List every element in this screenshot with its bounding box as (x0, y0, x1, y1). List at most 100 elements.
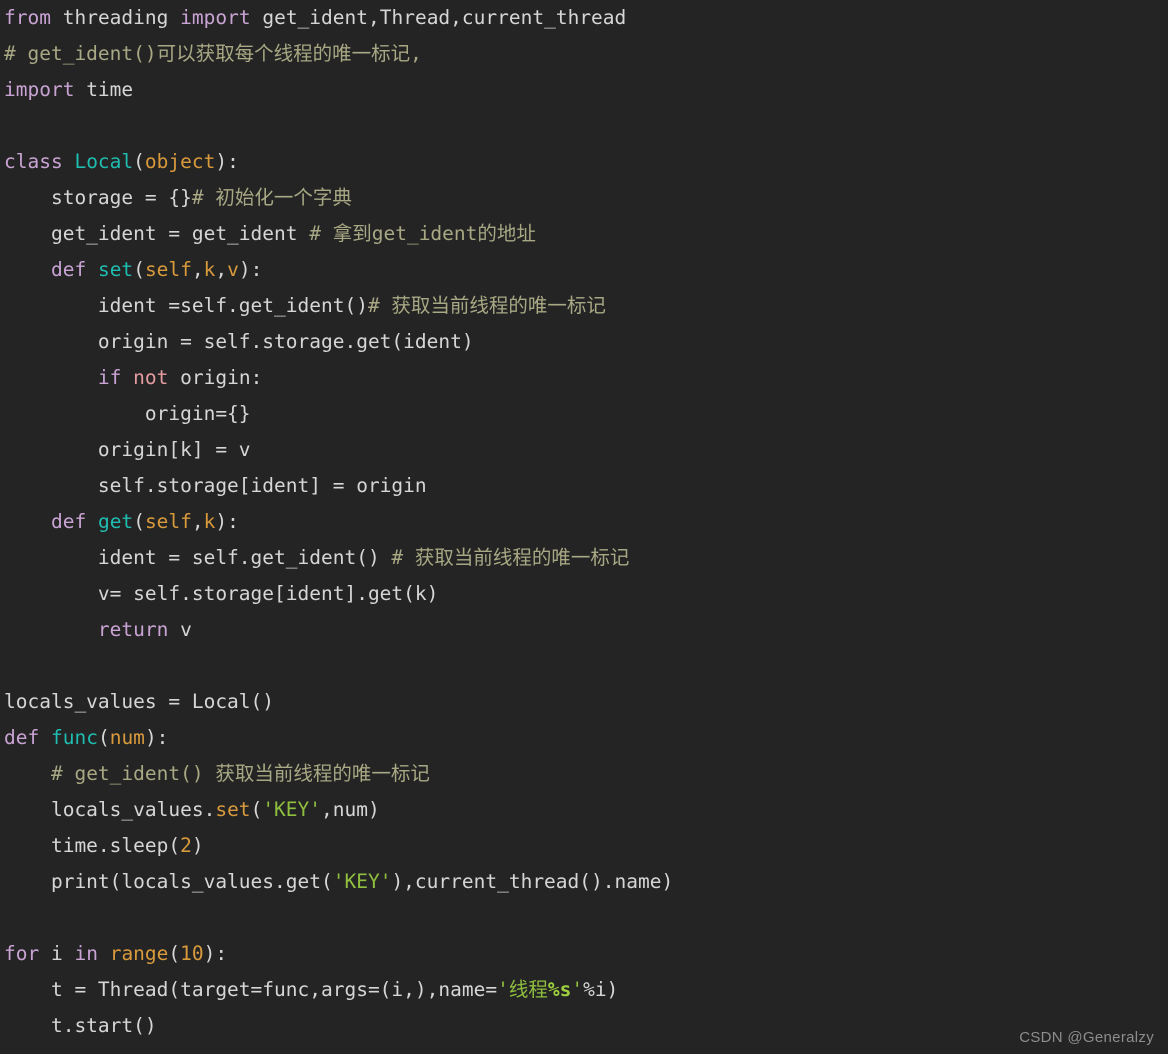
code-token-kw: def (4, 726, 40, 749)
code-token-plain: , (191, 258, 204, 281)
code-token-kw: class (4, 150, 63, 173)
code-token-plain: , (215, 258, 228, 281)
code-token-num: 2 (180, 834, 192, 857)
code-token-fn: Local (74, 150, 134, 173)
code-token-plain: v= self.storage[ident].get(k) (4, 582, 439, 605)
code-token-builtin: range (109, 942, 169, 965)
code-line[interactable]: import time (0, 72, 1168, 108)
code-line[interactable]: locals_values = Local() (0, 684, 1168, 720)
code-line[interactable]: # get_ident() 获取当前线程的唯一标记 (0, 756, 1168, 792)
code-token-plain: threading (62, 6, 169, 29)
code-line[interactable]: def get(self,k): (0, 504, 1168, 540)
code-line[interactable]: ident =self.get_ident()# 获取当前线程的唯一标记 (0, 288, 1168, 324)
code-token-plain: ),current_thread().name) (391, 870, 674, 893)
code-token-param: self (144, 510, 192, 533)
code-line[interactable] (0, 108, 1168, 144)
code-editor-surface: from threading import get_ident,Thread,c… (0, 0, 1168, 1054)
code-token-comment: # 获取当前线程的唯一标记 (391, 546, 630, 569)
code-line[interactable]: from threading import get_ident,Thread,c… (0, 0, 1168, 36)
code-line[interactable]: origin = self.storage.get(ident) (0, 324, 1168, 360)
code-token-kw: in (74, 942, 98, 965)
code-token-plain: ( (168, 942, 181, 965)
code-token-plain: ident =self.get_ident() (4, 294, 368, 317)
code-line[interactable] (0, 900, 1168, 936)
code-line[interactable]: def func(num): (0, 720, 1168, 756)
code-token-kw: from (4, 6, 51, 29)
code-token-kw: return (97, 618, 169, 641)
code-token-param: num (109, 726, 145, 749)
code-token-blank (4, 906, 16, 929)
code-token-plain: storage = {} (4, 186, 192, 209)
code-line[interactable]: storage = {}# 初始化一个字典 (0, 180, 1168, 216)
code-token-fn: func (50, 726, 98, 749)
code-token-op-kw: not (133, 366, 169, 389)
code-token-kw: def (50, 258, 87, 281)
code-token-num: 10 (180, 942, 204, 965)
code-token-plain: ( (250, 798, 263, 821)
code-line[interactable]: get_ident = get_ident # 拿到get_ident的地址 (0, 216, 1168, 252)
code-token-kw: if (97, 366, 122, 389)
code-line[interactable]: for i in range(10): (0, 936, 1168, 972)
code-token-comment: # 初始化一个字典 (191, 186, 352, 209)
code-token-plain: t = Thread(target=func,args=(i,),name= (4, 978, 498, 1001)
code-line[interactable]: v= self.storage[ident].get(k) (0, 576, 1168, 612)
code-line[interactable]: if not origin: (0, 360, 1168, 396)
code-token-plain: v (168, 618, 192, 641)
code-line[interactable]: ident = self.get_ident() # 获取当前线程的唯一标记 (0, 540, 1168, 576)
code-token-plain: time (74, 78, 134, 101)
code-line[interactable]: time.sleep(2) (0, 828, 1168, 864)
code-line[interactable]: t.start() (0, 1008, 1168, 1044)
code-token-kw: import (4, 78, 75, 101)
code-token-comment: # 获取当前线程的唯一标记 (367, 294, 606, 317)
code-token-plain: origin: (168, 366, 263, 389)
code-token-param: v (227, 258, 239, 281)
code-line[interactable]: origin={} (0, 396, 1168, 432)
code-token-param: k (203, 258, 216, 281)
code-token-kw: for (4, 942, 40, 965)
code-token-plain: origin={} (4, 402, 251, 425)
code-token-plain: ( (133, 510, 145, 533)
code-line[interactable]: def set(self,k,v): (0, 252, 1168, 288)
code-line[interactable] (0, 648, 1168, 684)
code-token-plain: get_ident = get_ident (4, 222, 310, 245)
code-token-plain: ): (215, 150, 239, 173)
code-line[interactable]: class Local(object): (0, 144, 1168, 180)
code-token-plain: ): (215, 510, 239, 533)
code-token-plain: self.storage[ident] = origin (4, 474, 427, 497)
code-token-plain: ) (191, 834, 204, 857)
code-token-builtin: set (215, 798, 251, 821)
code-token-plain: time.sleep( (4, 834, 181, 857)
code-line[interactable]: locals_values.set('KEY',num) (0, 792, 1168, 828)
code-token-kw: import (180, 6, 251, 29)
code-line[interactable]: self.storage[ident] = origin (0, 468, 1168, 504)
code-token-plain: ): (238, 258, 263, 281)
code-token-plain: ,num) (321, 798, 380, 821)
code-token-fn: get (97, 510, 134, 533)
code-line[interactable]: return v (0, 612, 1168, 648)
code-token-plain: t.start() (4, 1014, 157, 1037)
code-token-plain: ( (97, 726, 110, 749)
code-token-comment: # 拿到get_ident的地址 (309, 222, 536, 245)
code-token-plain: , (191, 510, 204, 533)
code-line[interactable]: # get_ident()可以获取每个线程的唯一标记, (0, 36, 1168, 72)
code-token-blank (4, 654, 16, 677)
code-token-param: k (203, 510, 216, 533)
code-token-fmt: %s (547, 978, 572, 1001)
code-token-plain: ( (133, 150, 145, 173)
code-token-string: '线程 (497, 978, 548, 1001)
code-token-blank (4, 114, 16, 137)
code-line[interactable]: print(locals_values.get('KEY'),current_t… (0, 864, 1168, 900)
code-line[interactable]: t = Thread(target=func,args=(i,),name='线… (0, 972, 1168, 1008)
code-line[interactable]: origin[k] = v (0, 432, 1168, 468)
code-token-string: 'KEY' (262, 798, 322, 821)
code-token-plain: get_ident,Thread,current_thread (250, 6, 627, 29)
